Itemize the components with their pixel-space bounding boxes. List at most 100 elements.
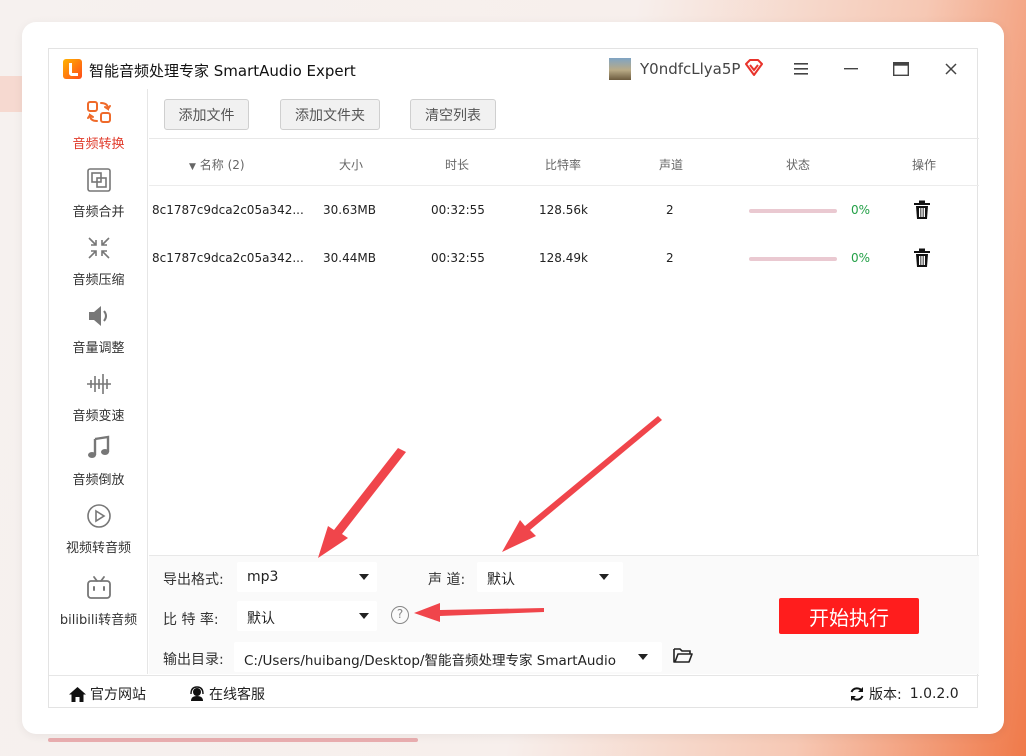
format-value: mp3 — [247, 569, 279, 585]
progress-percent: 0% — [851, 251, 871, 265]
trash-icon[interactable] — [913, 248, 931, 268]
sidebar-item-audio-merge[interactable]: 音频合并 — [49, 167, 148, 220]
headset-icon — [190, 686, 204, 701]
file-name: 8c1787c9dca2c05a342... — [152, 251, 304, 265]
chevron-down-icon — [359, 613, 369, 619]
start-button[interactable]: 开始执行 — [779, 598, 919, 634]
refresh-icon — [850, 687, 864, 701]
home-icon — [69, 686, 86, 702]
column-size-header[interactable]: 大小 — [339, 156, 363, 173]
column-name-header[interactable]: ▼ 名称 (2) — [189, 156, 245, 173]
sidebar-item-label: bilibili转音频 — [59, 613, 138, 628]
support-link[interactable]: 在线客服 — [189, 684, 265, 704]
avatar[interactable] — [609, 58, 631, 80]
table-row[interactable]: 8c1787c9dca2c05a342... 30.44MB 00:32:55 … — [149, 235, 979, 283]
file-channels: 2 — [666, 251, 674, 265]
file-table-header: ▼ 名称 (2) 大小 时长 比特率 声道 状态 操作 — [149, 140, 979, 186]
sidebar-item-bilibili-to-audio[interactable]: bilibili转音频 — [49, 575, 148, 628]
minimize-button[interactable] — [838, 57, 864, 81]
bitrate-label: 比 特 率: — [163, 612, 219, 628]
close-button[interactable] — [938, 57, 964, 81]
compress-icon — [87, 237, 110, 259]
chevron-down-icon — [599, 574, 609, 580]
website-link[interactable]: 官方网站 — [69, 684, 146, 704]
sidebar-item-label: 音量调整 — [72, 341, 125, 356]
title-bar: 智能音频处理专家 SmartAudio Expert Y0ndfcLlya5P — [49, 49, 979, 89]
app-logo-icon — [63, 59, 82, 79]
chevron-down-icon — [359, 574, 369, 580]
vip-diamond-icon[interactable] — [743, 57, 765, 79]
bitrate-value: 默认 — [247, 611, 275, 627]
sidebar-item-audio-convert[interactable]: 音频转换 — [49, 99, 148, 152]
output-dir-value: C:/Users/huibang/Desktop/智能音频处理专家 SmartA… — [244, 653, 616, 669]
menu-button[interactable] — [788, 57, 814, 81]
file-name: 8c1787c9dca2c05a342... — [152, 203, 304, 217]
channel-select[interactable]: 默认 — [477, 562, 623, 592]
output-dir-select[interactable]: C:/Users/huibang/Desktop/智能音频处理专家 SmartA… — [234, 642, 662, 672]
column-bitrate-header[interactable]: 比特率 — [545, 156, 581, 173]
column-duration-header[interactable]: 时长 — [445, 156, 469, 173]
app-title: 智能音频处理专家 SmartAudio Expert — [89, 62, 356, 80]
username[interactable]: Y0ndfcLlya5P — [640, 60, 740, 78]
sort-down-icon: ▼ — [189, 162, 196, 172]
convert-icon — [86, 101, 111, 123]
sidebar-item-label: 音频转换 — [72, 137, 125, 152]
minimize-icon — [844, 68, 858, 70]
version-number: 1.0.2.0 — [909, 686, 959, 702]
file-duration: 00:32:55 — [431, 203, 485, 217]
clear-list-button[interactable]: 清空列表 — [410, 99, 496, 130]
status-footer: 官方网站 在线客服 版本: 1.0.2.0 — [49, 675, 979, 709]
sidebar: 音频转换 音频合并 音频压缩 音量调整 音频变速 音频倒放 视频转音频 bili… — [49, 89, 148, 674]
progress-percent: 0% — [851, 203, 871, 217]
version-info[interactable]: 版本: 1.0.2.0 — [849, 684, 959, 704]
sidebar-item-video-to-audio[interactable]: 视频转音频 — [49, 503, 148, 556]
sidebar-item-label: 视频转音频 — [65, 541, 131, 556]
chevron-down-icon — [638, 654, 648, 660]
music-note-icon — [87, 435, 109, 458]
format-label: 导出格式: — [163, 572, 224, 588]
bilibili-icon — [86, 576, 111, 599]
progress-bar — [749, 257, 837, 261]
add-file-button[interactable]: 添加文件 — [164, 99, 249, 130]
toolbar: 添加文件 添加文件夹 清空列表 — [149, 89, 979, 139]
play-circle-icon — [86, 504, 111, 528]
sidebar-item-label: 音频倒放 — [72, 473, 125, 488]
maximize-button[interactable] — [888, 57, 914, 81]
table-row[interactable]: 8c1787c9dca2c05a342... 30.63MB 00:32:55 … — [149, 187, 979, 235]
horizontal-scrollbar[interactable] — [48, 738, 418, 742]
sidebar-item-audio-reverse[interactable]: 音频倒放 — [49, 435, 148, 488]
trash-icon[interactable] — [913, 200, 931, 220]
volume-icon — [88, 306, 107, 326]
add-folder-button[interactable]: 添加文件夹 — [280, 99, 380, 130]
folder-open-icon[interactable] — [673, 646, 693, 664]
sidebar-item-audio-compress[interactable]: 音频压缩 — [49, 235, 148, 288]
sidebar-item-audio-speed[interactable]: 音频变速 — [49, 371, 148, 424]
file-size: 30.63MB — [323, 203, 376, 217]
progress-bar — [749, 209, 837, 213]
sidebar-item-label: 音频压缩 — [72, 273, 125, 288]
app-window: 智能音频处理专家 SmartAudio Expert Y0ndfcLlya5P — [48, 48, 979, 709]
help-icon[interactable]: ? — [391, 606, 409, 624]
column-status-header: 状态 — [786, 158, 811, 172]
file-channels: 2 — [666, 203, 674, 217]
maximize-icon — [893, 62, 909, 76]
bitrate-select[interactable]: 默认 — [237, 601, 377, 631]
format-select[interactable]: mp3 — [237, 562, 377, 592]
speed-icon — [86, 374, 111, 394]
sidebar-item-label: 音频变速 — [72, 409, 125, 424]
channel-value: 默认 — [487, 572, 515, 588]
file-bitrate: 128.56k — [539, 203, 588, 217]
file-size: 30.44MB — [323, 251, 376, 265]
channel-label: 声 道: — [428, 572, 466, 588]
output-settings-panel: 导出格式: mp3 声 道: 默认 比 特 率: 默认 ? 开始执行 输出目录:… — [149, 555, 979, 674]
hamburger-icon — [794, 63, 808, 75]
column-channels-header[interactable]: 声道 — [659, 156, 683, 173]
sidebar-item-label: 音频合并 — [72, 205, 125, 220]
close-icon — [945, 63, 957, 75]
file-bitrate: 128.49k — [539, 251, 588, 265]
sidebar-item-volume-adjust[interactable]: 音量调整 — [49, 303, 148, 356]
column-action-header: 操作 — [912, 158, 937, 172]
merge-icon — [86, 168, 111, 192]
output-dir-label: 输出目录: — [163, 652, 224, 668]
file-duration: 00:32:55 — [431, 251, 485, 265]
